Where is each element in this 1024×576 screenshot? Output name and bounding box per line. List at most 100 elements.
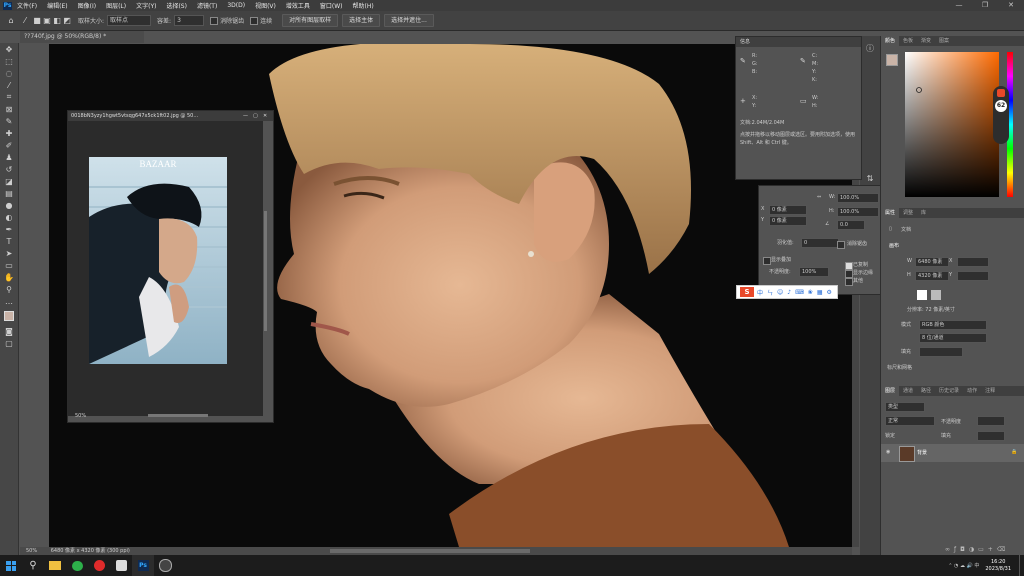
- file-explorer-icon[interactable]: [44, 555, 66, 576]
- tab-properties[interactable]: 属性: [881, 208, 900, 218]
- antialias-checkbox[interactable]: [210, 16, 219, 25]
- new-layer-icon[interactable]: +: [988, 546, 997, 553]
- floating-document-window[interactable]: 0018bN3yzy1hgwt5vtsqg647x5ck1ft02.jpg @ …: [67, 110, 274, 423]
- orientation-landscape-icon[interactable]: [931, 290, 941, 300]
- canvas-x-input[interactable]: [957, 257, 989, 267]
- tab-color[interactable]: 颜色: [881, 36, 900, 46]
- move-tool-icon[interactable]: ✥: [0, 43, 18, 55]
- group-icon[interactable]: ▭: [978, 546, 988, 553]
- float-zoom[interactable]: 50%: [75, 413, 86, 419]
- fill-select[interactable]: [919, 347, 963, 357]
- other-checkbox[interactable]: [845, 278, 853, 286]
- intersect-selection-icon[interactable]: ◩: [62, 15, 72, 27]
- float-close-icon[interactable]: ✕: [263, 111, 273, 121]
- menu-layer[interactable]: 图层(L): [106, 1, 126, 10]
- menu-help[interactable]: 帮助(H): [353, 1, 374, 10]
- w-input[interactable]: 100.0%: [837, 193, 879, 203]
- angle-input[interactable]: 0.0: [837, 220, 865, 230]
- bit-depth-select[interactable]: 8 位/通道: [919, 333, 987, 343]
- home-icon[interactable]: ⌂: [4, 15, 18, 27]
- layer-kind-filter[interactable]: 类型: [885, 402, 925, 412]
- new-selection-icon[interactable]: ■: [32, 15, 42, 27]
- menu-plugins[interactable]: 增效工具: [286, 1, 310, 10]
- ime-settings-icon[interactable]: ⚙: [827, 289, 832, 296]
- app-icon[interactable]: [110, 555, 132, 576]
- mode-select[interactable]: RGB 颜色: [919, 320, 987, 330]
- lasso-tool-icon[interactable]: ◌: [0, 67, 18, 79]
- photoshop-taskbar-icon[interactable]: Ps: [132, 555, 154, 576]
- quick-mask-icon[interactable]: ◙: [0, 325, 18, 337]
- orientation-portrait-icon[interactable]: [917, 290, 927, 300]
- tab-notes[interactable]: 注释: [981, 386, 999, 396]
- document-tab[interactable]: ??740f.jpg @ 50%(RGB/8) *: [20, 31, 144, 43]
- rulers-section[interactable]: 标尺和网格: [887, 364, 912, 371]
- ime-mode-icon[interactable]: 中: [757, 288, 763, 297]
- opacity-input[interactable]: 100%: [799, 267, 829, 277]
- floating-window-titlebar[interactable]: 0018bN3yzy1hgwt5vtsqg647x5ck1ft02.jpg @ …: [68, 111, 273, 121]
- show-desktop-button[interactable]: [1019, 555, 1024, 576]
- canvas-h-input[interactable]: 4320 像素: [915, 271, 949, 281]
- subtract-selection-icon[interactable]: ◧: [52, 15, 62, 27]
- h-input[interactable]: 100.0%: [837, 207, 879, 217]
- eraser-tool-icon[interactable]: ◪: [0, 175, 18, 187]
- show-overlay-checkbox[interactable]: [763, 257, 771, 265]
- canvas-w-input[interactable]: 6480 像素: [915, 257, 949, 267]
- ime-voice-icon[interactable]: ♪: [787, 289, 791, 296]
- canvas-horizontal-scrollbar[interactable]: [330, 549, 530, 553]
- zoom-tool-icon[interactable]: ⚲: [0, 283, 18, 295]
- tab-patterns[interactable]: 图案: [935, 36, 953, 46]
- tolerance-input[interactable]: 3: [174, 15, 205, 26]
- search-icon[interactable]: ⚲: [22, 555, 44, 576]
- pen-tool-icon[interactable]: ✒: [0, 223, 18, 235]
- stamp-tool-icon[interactable]: ♟: [0, 151, 18, 163]
- menu-image[interactable]: 图像(I): [78, 1, 96, 10]
- menu-3d[interactable]: 3D(D): [227, 2, 245, 9]
- select-and-mask-button[interactable]: 选择并遮住...: [384, 14, 434, 27]
- foreground-swatch[interactable]: [886, 54, 898, 66]
- more-tools-icon[interactable]: …: [0, 295, 18, 307]
- float-vertical-scrollbar[interactable]: [264, 211, 267, 331]
- sogou-logo-icon[interactable]: S: [740, 287, 754, 297]
- info-panel-icon[interactable]: ⓘ: [860, 42, 880, 54]
- tab-paths[interactable]: 路径: [917, 386, 935, 396]
- menu-file[interactable]: 文件(F): [17, 1, 37, 10]
- blur-tool-icon[interactable]: ●: [0, 199, 18, 211]
- magic-wand-tool-icon[interactable]: ⁄: [0, 79, 18, 91]
- status-info[interactable]: 6480 像素 x 4320 像素 (300 ppi): [51, 548, 130, 554]
- type-tool-icon[interactable]: T: [0, 235, 18, 247]
- tab-history[interactable]: 历史记录: [935, 386, 963, 396]
- mask-icon[interactable]: ◘: [960, 546, 969, 553]
- canvas-y-input[interactable]: [957, 271, 989, 281]
- sample-size-select[interactable]: 取样点: [107, 15, 152, 26]
- crop-tool-icon[interactable]: ⌗: [0, 91, 18, 103]
- eyedropper-tool-icon[interactable]: ✎: [0, 115, 18, 127]
- obs-icon[interactable]: [154, 555, 176, 576]
- ime-skin-icon[interactable]: ❀: [808, 289, 813, 296]
- foreground-background-colors-icon[interactable]: [0, 307, 18, 325]
- float-horizontal-scrollbar[interactable]: [148, 414, 208, 417]
- ime-punct-icon[interactable]: ㄣ: [767, 288, 773, 297]
- tab-libraries[interactable]: 库: [917, 208, 930, 218]
- menu-window[interactable]: 窗口(W): [320, 1, 343, 10]
- clock[interactable]: 16:20 2023/8/31: [985, 559, 1011, 573]
- healing-brush-tool-icon[interactable]: ✚: [0, 127, 18, 139]
- start-icon[interactable]: [0, 555, 22, 576]
- feather-input[interactable]: 0: [801, 238, 839, 248]
- maximize-button[interactable]: ❐: [972, 0, 998, 11]
- y-input[interactable]: 0 像素: [769, 216, 807, 226]
- x-input[interactable]: 0 像素: [769, 205, 807, 215]
- menu-select[interactable]: 选择(S): [166, 1, 187, 10]
- layer-fill-input[interactable]: [977, 431, 1005, 441]
- close-button[interactable]: ✕: [998, 0, 1024, 11]
- visibility-eye-icon[interactable]: ◉: [886, 449, 890, 455]
- edge-checkbox[interactable]: [845, 270, 853, 278]
- tab-gradients[interactable]: 渐变: [917, 36, 935, 46]
- float-maximize-icon[interactable]: ▢: [253, 111, 263, 121]
- delete-layer-icon[interactable]: ⌫: [997, 546, 1009, 553]
- tab-layers[interactable]: 图层: [881, 386, 900, 396]
- menu-filter[interactable]: 滤镜(T): [197, 1, 217, 10]
- dodge-tool-icon[interactable]: ◐: [0, 211, 18, 223]
- screen-mode-icon[interactable]: ▢: [0, 337, 18, 349]
- history-brush-tool-icon[interactable]: ↺: [0, 163, 18, 175]
- ime-toolbar[interactable]: S 中 ㄣ ☺ ♪ ⌨ ❀ ▦ ⚙: [736, 285, 838, 299]
